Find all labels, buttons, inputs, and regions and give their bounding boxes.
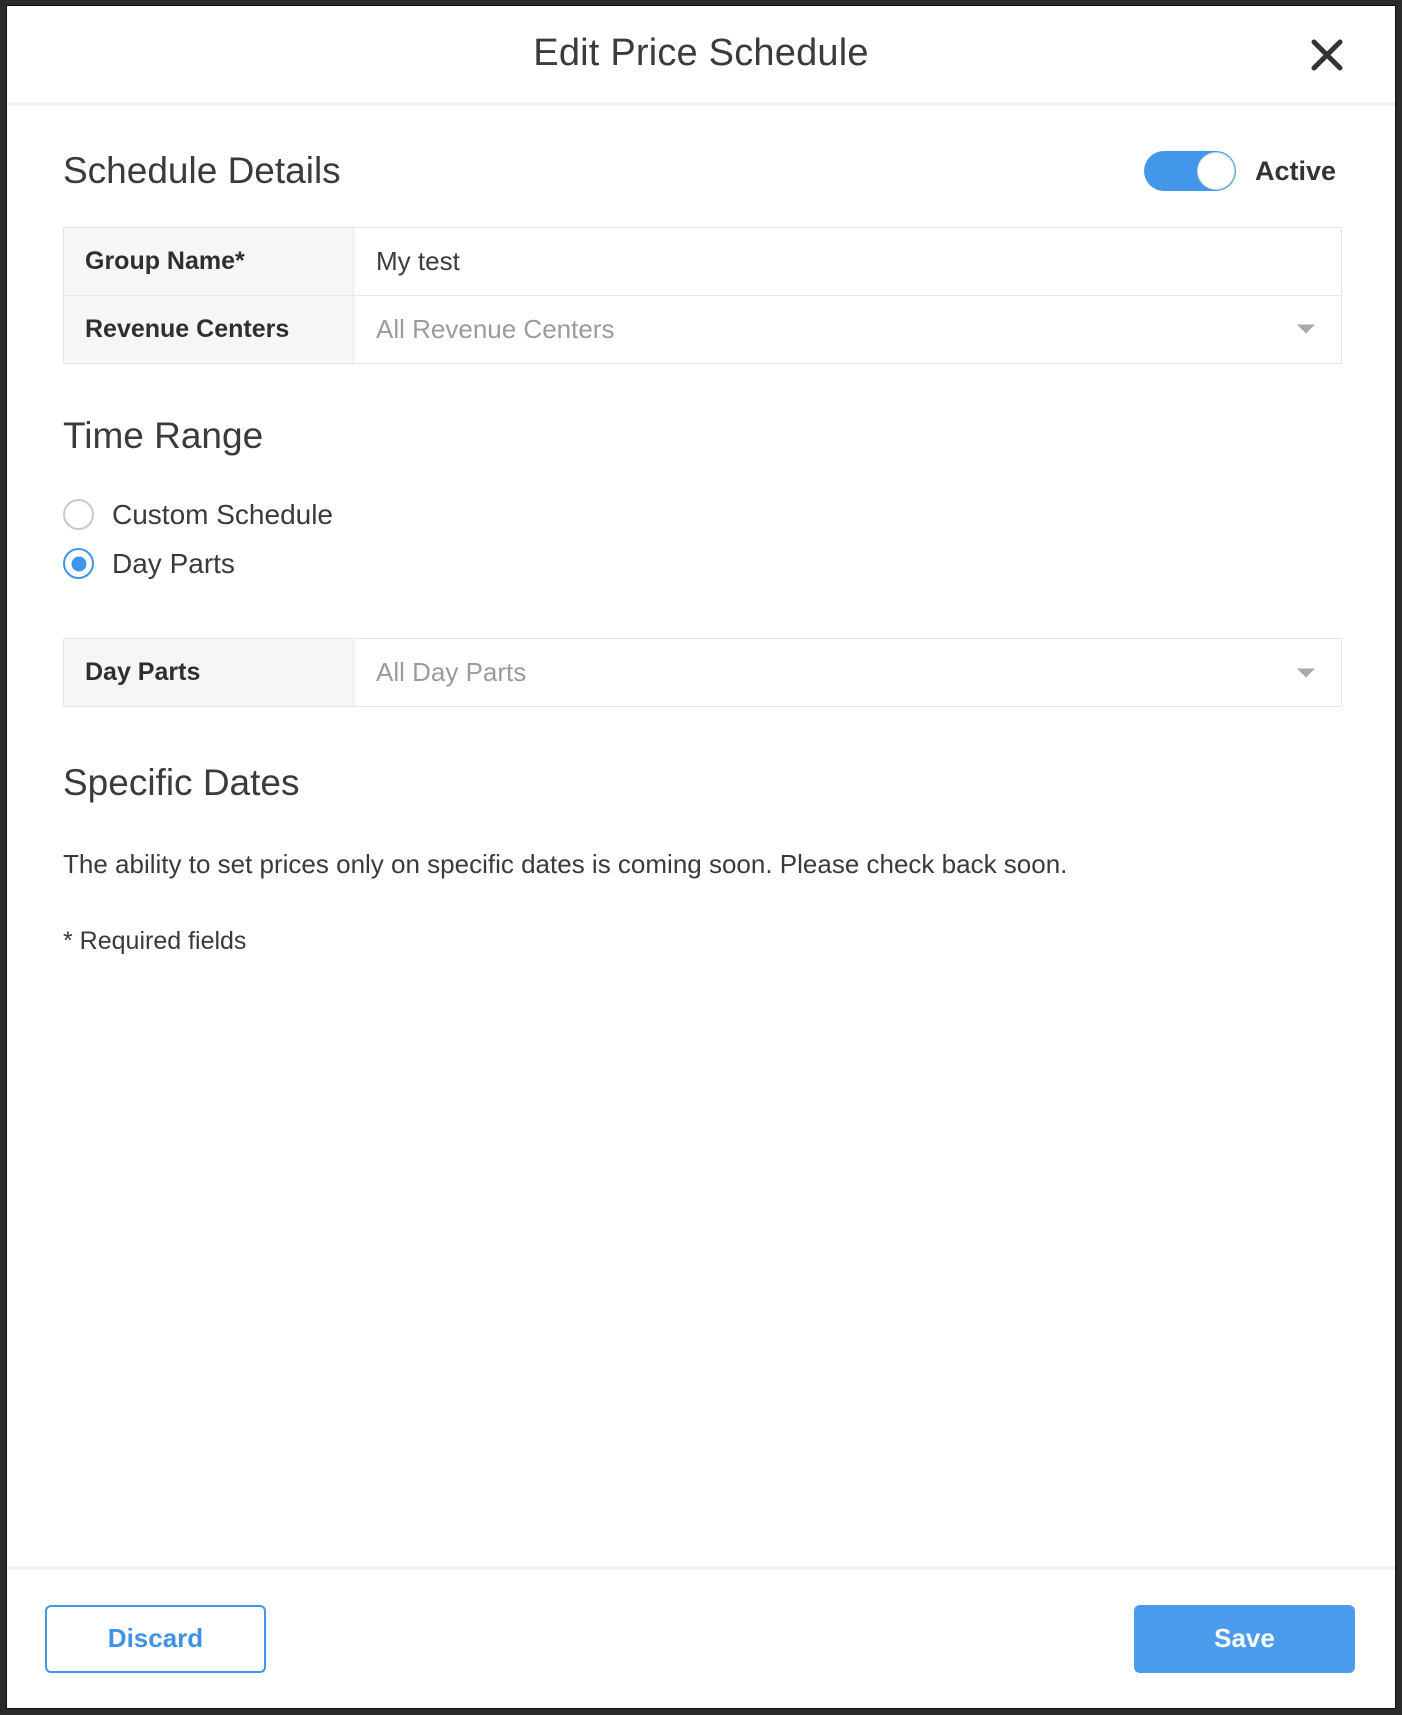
schedule-details-title: Schedule Details bbox=[63, 150, 341, 191]
toggle-knob bbox=[1197, 153, 1234, 190]
day-parts-select[interactable]: All Day Parts bbox=[354, 639, 1341, 707]
radio-day-parts[interactable]: Day Parts bbox=[63, 539, 1339, 588]
dialog-footer: Discard Save bbox=[7, 1569, 1395, 1708]
required-fields-note: * Required fields bbox=[63, 926, 247, 955]
dialog-body: Schedule Details Active Group Name* My t… bbox=[7, 105, 1395, 1569]
radio-unchecked-icon bbox=[63, 499, 94, 531]
radio-checked-icon bbox=[63, 548, 94, 580]
time-range-title: Time Range bbox=[63, 414, 264, 456]
radio-custom-schedule[interactable]: Custom Schedule bbox=[63, 490, 1339, 539]
screenshot-viewport: Edit Price Schedule Schedule Details Act… bbox=[0, 0, 1402, 1715]
chevron-down-icon bbox=[1297, 668, 1315, 678]
day-parts-label: Day Parts bbox=[64, 639, 354, 707]
chevron-down-icon bbox=[1297, 324, 1315, 334]
group-name-input[interactable]: My test bbox=[354, 227, 1341, 295]
discard-button[interactable]: Discard bbox=[45, 1604, 266, 1673]
active-toggle[interactable] bbox=[1143, 151, 1236, 192]
radio-day-parts-label: Day Parts bbox=[112, 547, 235, 579]
dialog-title: Edit Price Schedule bbox=[533, 32, 869, 74]
dialog-header: Edit Price Schedule bbox=[7, 6, 1395, 105]
table-row: Group Name* My test bbox=[64, 227, 1341, 296]
specific-dates-title: Specific Dates bbox=[63, 762, 300, 804]
revenue-centers-label: Revenue Centers bbox=[64, 295, 354, 363]
active-toggle-label: Active bbox=[1254, 155, 1336, 186]
day-parts-table: Day Parts All Day Parts bbox=[63, 638, 1342, 708]
time-range-radio-group: Custom Schedule Day Parts bbox=[63, 490, 1339, 588]
revenue-centers-select[interactable]: All Revenue Centers bbox=[354, 295, 1341, 363]
schedule-details-table: Group Name* My test Revenue Centers All … bbox=[63, 226, 1342, 364]
group-name-label: Group Name* bbox=[64, 227, 354, 295]
save-button[interactable]: Save bbox=[1134, 1604, 1355, 1673]
edit-price-schedule-dialog: Edit Price Schedule Schedule Details Act… bbox=[7, 6, 1395, 1708]
close-icon[interactable] bbox=[1308, 36, 1346, 74]
active-toggle-group: Active bbox=[1143, 151, 1339, 192]
radio-custom-schedule-label: Custom Schedule bbox=[112, 498, 334, 530]
schedule-details-header: Schedule Details Active bbox=[63, 150, 1339, 192]
specific-dates-message: The ability to set prices only on specif… bbox=[63, 849, 1068, 880]
table-row: Revenue Centers All Revenue Centers bbox=[64, 295, 1341, 363]
table-row: Day Parts All Day Parts bbox=[64, 639, 1341, 707]
